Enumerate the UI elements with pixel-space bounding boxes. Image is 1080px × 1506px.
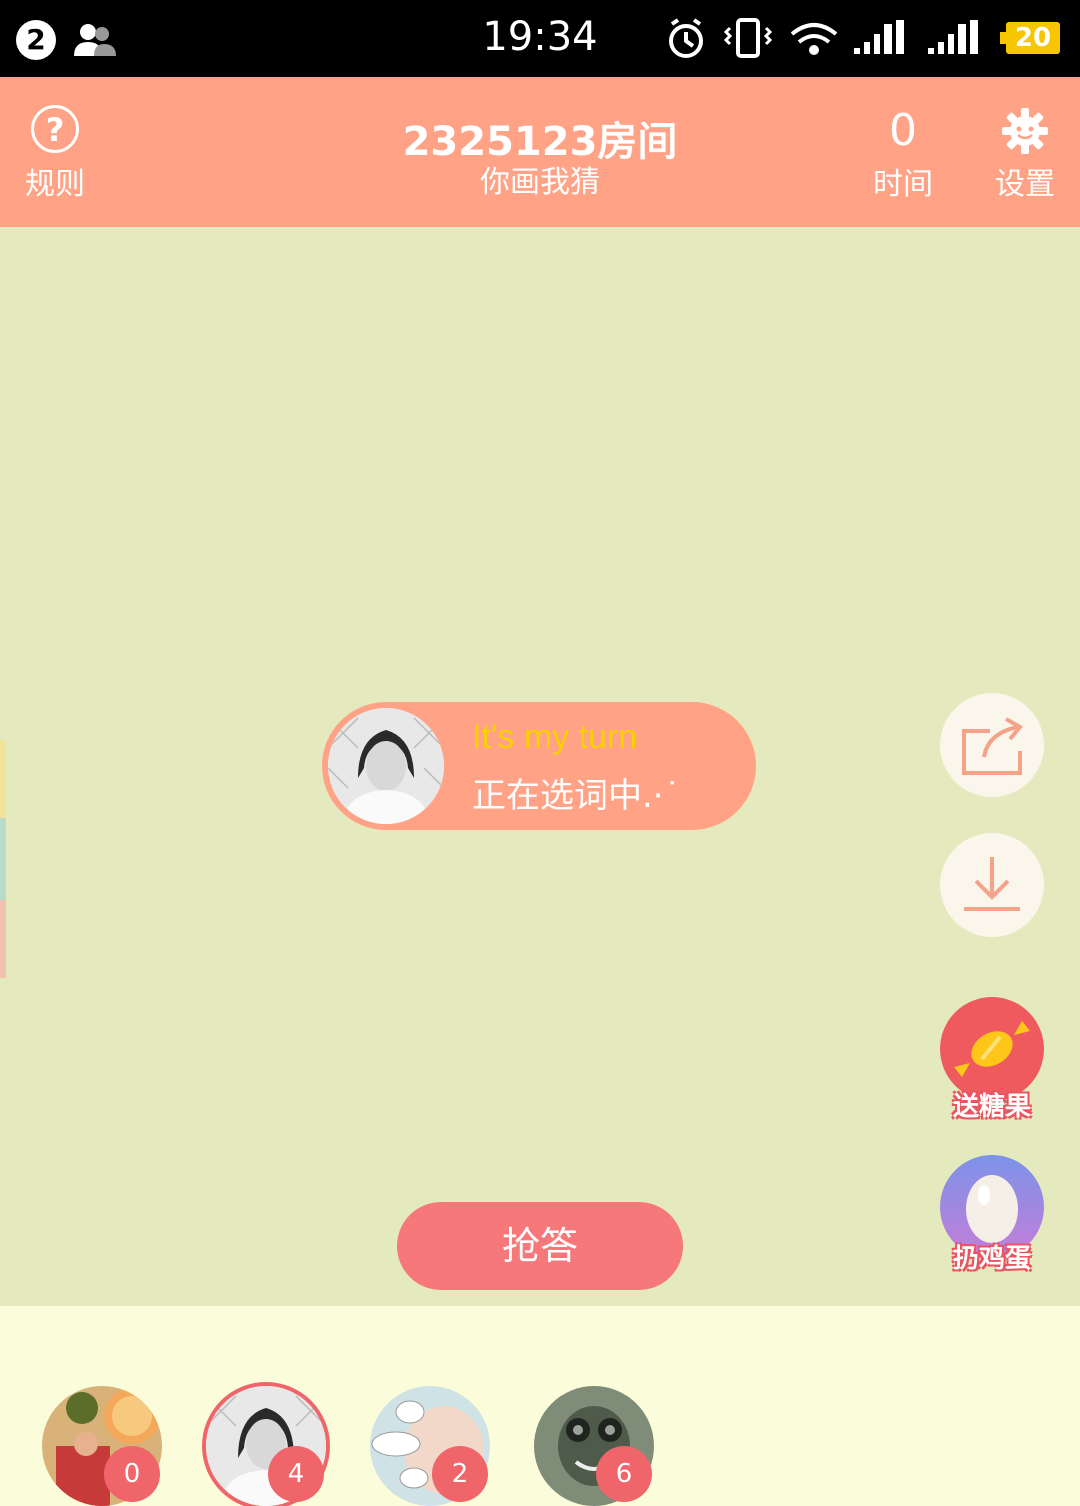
status-bar: 2 19:34 20	[0, 0, 1080, 77]
color-strip-teal[interactable]	[0, 818, 6, 900]
signal-1-icon	[928, 20, 978, 54]
turn-text-en: It's my turn	[472, 718, 638, 756]
share-icon	[962, 717, 1024, 775]
turn-text-cn: 正在选词中.·˙	[472, 776, 681, 816]
turn-status-pill: It's my turn 正在选词中.·˙	[322, 702, 756, 830]
throw-egg-label: 扔鸡蛋	[952, 1244, 1031, 1274]
timer-value: 0	[889, 105, 917, 156]
send-candy-label: 送糖果	[952, 1092, 1031, 1122]
player-score: 2	[432, 1446, 488, 1502]
download-icon	[964, 857, 1020, 911]
color-strip-yellow[interactable]	[0, 740, 6, 818]
download-button[interactable]	[940, 833, 1044, 937]
player-score: 6	[596, 1446, 652, 1502]
grab-answer-button[interactable]: 抢答	[397, 1202, 683, 1290]
player-bar: 0 4 2 6	[0, 1306, 1080, 1506]
system-icons	[669, 18, 978, 58]
player-score: 0	[104, 1446, 160, 1502]
settings-label: 设置	[995, 167, 1055, 202]
signal-2-icon	[854, 20, 904, 54]
settings-button[interactable]: 设置	[990, 107, 1060, 203]
gear-icon	[1002, 108, 1048, 154]
alarm-icon	[669, 18, 703, 58]
player-score: 4	[268, 1446, 324, 1502]
battery-indicator: 20	[1000, 22, 1060, 54]
drawer-avatar	[328, 708, 444, 824]
vibrate-icon	[723, 18, 773, 58]
color-strip-pink[interactable]	[0, 900, 6, 978]
wifi-icon	[790, 23, 838, 55]
timer-label: 时间	[873, 167, 933, 202]
timer: 0 时间	[860, 107, 946, 203]
share-button[interactable]	[940, 693, 1044, 797]
room-header: ? 规则 2325123房间 你画我猜 0 时间 设置	[0, 77, 1080, 227]
